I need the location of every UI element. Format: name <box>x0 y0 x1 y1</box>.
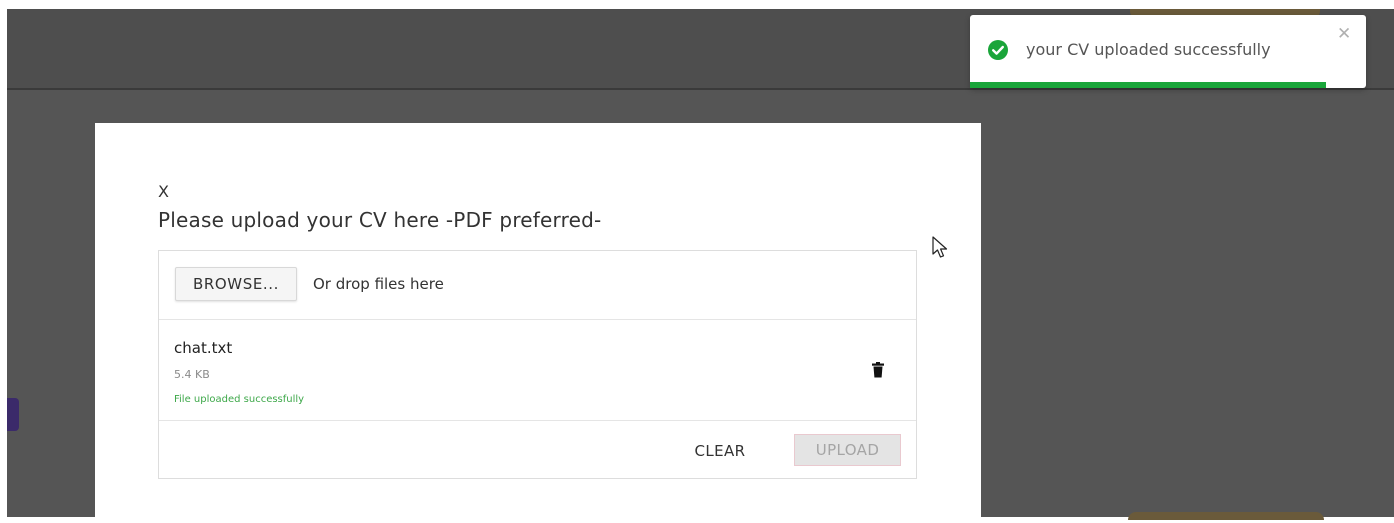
background-side-tab <box>7 398 19 431</box>
file-uploader: BROWSE... Or drop files here chat.txt 5.… <box>158 250 917 479</box>
file-list-item: chat.txt 5.4 KB File uploaded successful… <box>159 320 916 421</box>
file-size: 5.4 KB <box>174 368 210 381</box>
toast-progress-bar <box>970 82 1366 88</box>
background-button <box>1128 512 1324 520</box>
toast-progress-fill <box>970 82 1327 88</box>
modal-close-button[interactable]: X <box>158 182 169 201</box>
browse-button[interactable]: BROWSE... <box>175 267 297 301</box>
toast-message: your CV uploaded successfully <box>1026 40 1271 59</box>
upload-cv-modal: X Please upload your CV here -PDF prefer… <box>95 123 981 523</box>
upload-button[interactable]: UPLOAD <box>794 434 901 466</box>
clear-button[interactable]: CLEAR <box>679 438 761 464</box>
modal-title: Please upload your CV here -PDF preferre… <box>158 208 602 232</box>
uploader-dropzone[interactable]: BROWSE... Or drop files here <box>159 251 916 320</box>
success-toast: your CV uploaded successfully ✕ <box>970 15 1366 88</box>
check-circle-icon <box>988 40 1008 60</box>
uploader-actions: CLEAR UPLOAD <box>159 421 916 479</box>
close-icon[interactable]: ✕ <box>1337 24 1351 44</box>
mouse-cursor-icon <box>931 236 951 260</box>
drop-hint: Or drop files here <box>313 275 444 293</box>
trash-icon[interactable] <box>871 362 885 378</box>
file-status: File uploaded successfully <box>174 394 305 405</box>
file-name: chat.txt <box>174 339 233 357</box>
